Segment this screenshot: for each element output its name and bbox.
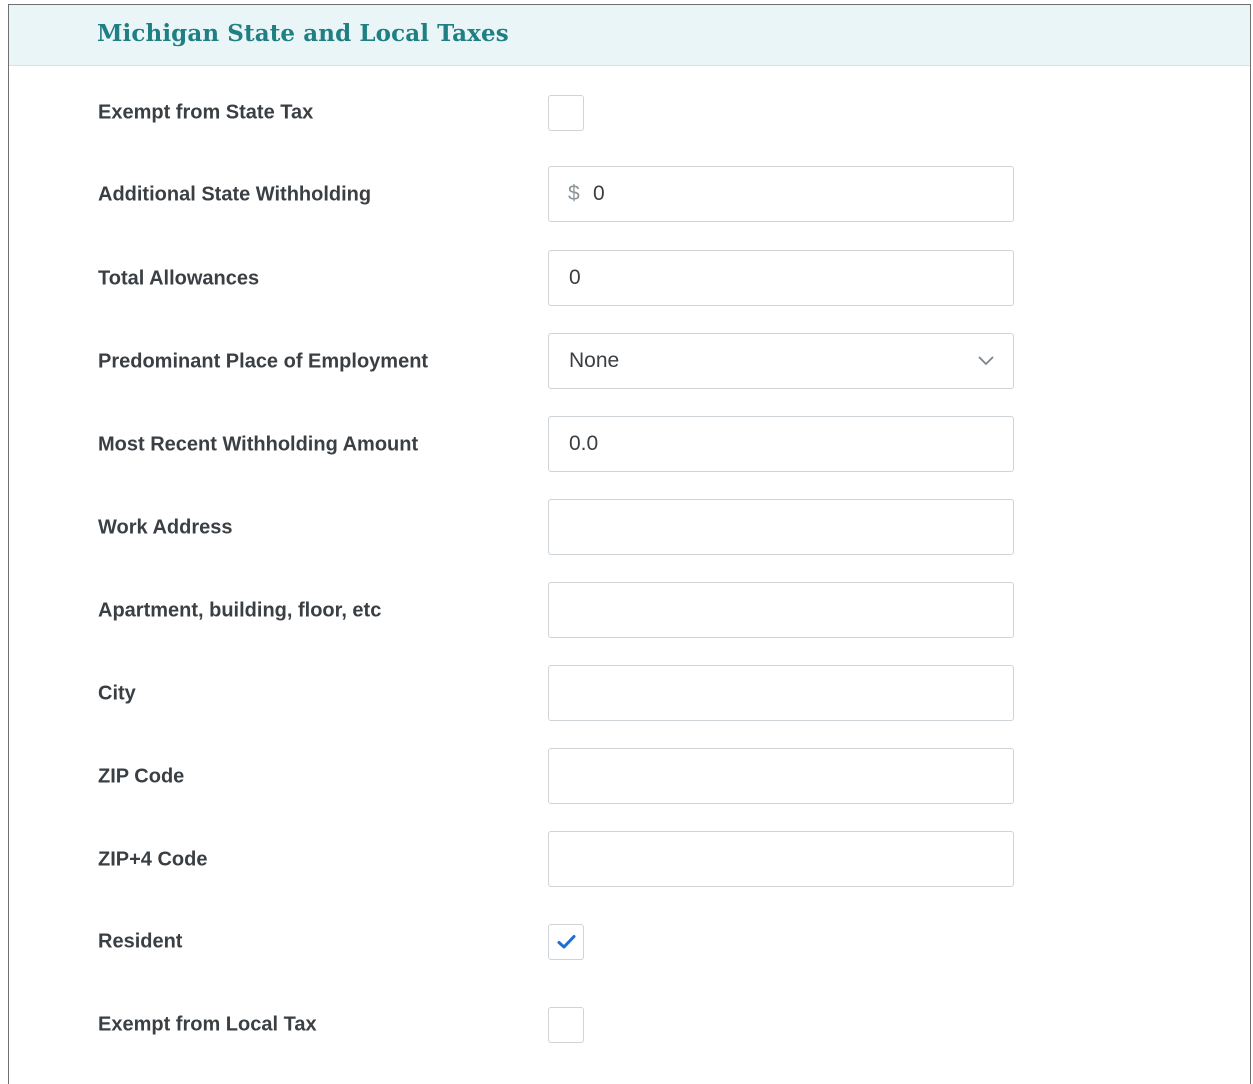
apartment-label: Apartment, building, floor, etc — [98, 599, 382, 622]
row-place-of-employment: Predominant Place of Employment None — [9, 333, 1250, 391]
row-apartment: Apartment, building, floor, etc — [9, 582, 1250, 640]
row-additional-withholding: Additional State Withholding $ 0 — [9, 166, 1250, 224]
additional-withholding-label: Additional State Withholding — [98, 183, 372, 206]
resident-checkbox[interactable] — [548, 924, 584, 960]
zip4-label: ZIP+4 Code — [98, 848, 208, 871]
work-address-input[interactable] — [548, 499, 1014, 555]
chevron-down-icon — [978, 356, 994, 366]
row-work-address: Work Address — [9, 499, 1250, 557]
exempt-local-checkbox[interactable] — [548, 1007, 584, 1043]
recent-withholding-value: 0.0 — [569, 432, 599, 455]
exempt-state-label: Exempt from State Tax — [98, 101, 314, 124]
total-allowances-value: 0 — [569, 266, 581, 289]
checkmark-icon — [557, 935, 576, 949]
zip-label: ZIP Code — [98, 765, 185, 788]
place-of-employment-select[interactable]: None — [548, 333, 1014, 389]
city-input[interactable] — [548, 665, 1014, 721]
row-recent-withholding: Most Recent Withholding Amount 0.0 — [9, 416, 1250, 474]
additional-withholding-input[interactable]: $ 0 — [548, 166, 1014, 222]
recent-withholding-input[interactable]: 0.0 — [548, 416, 1014, 472]
resident-label: Resident — [98, 930, 183, 953]
zip-input[interactable] — [548, 748, 1014, 804]
row-city: City — [9, 665, 1250, 723]
zip4-input[interactable] — [548, 831, 1014, 887]
row-resident: Resident — [9, 913, 1250, 971]
place-of-employment-value: None — [569, 349, 620, 372]
additional-withholding-value: 0 — [593, 182, 605, 205]
total-allowances-label: Total Allowances — [98, 267, 260, 290]
apartment-input[interactable] — [548, 582, 1014, 638]
dollar-prefix: $ — [568, 182, 580, 205]
row-exempt-state: Exempt from State Tax — [9, 84, 1250, 142]
exempt-state-checkbox[interactable] — [548, 95, 584, 131]
section-title: Michigan State and Local Taxes — [97, 20, 509, 47]
panel-header: Michigan State and Local Taxes — [9, 5, 1250, 66]
row-exempt-local: Exempt from Local Tax — [9, 996, 1250, 1054]
total-allowances-input[interactable]: 0 — [548, 250, 1014, 306]
exempt-local-label: Exempt from Local Tax — [98, 1013, 317, 1036]
place-of-employment-label: Predominant Place of Employment — [98, 350, 429, 373]
taxes-panel: Michigan State and Local Taxes Exempt fr… — [8, 4, 1251, 1084]
city-label: City — [98, 682, 136, 705]
row-zip4: ZIP+4 Code — [9, 831, 1250, 889]
row-zip: ZIP Code — [9, 748, 1250, 806]
work-address-label: Work Address — [98, 516, 233, 539]
recent-withholding-label: Most Recent Withholding Amount — [98, 433, 419, 456]
row-total-allowances: Total Allowances 0 — [9, 250, 1250, 308]
